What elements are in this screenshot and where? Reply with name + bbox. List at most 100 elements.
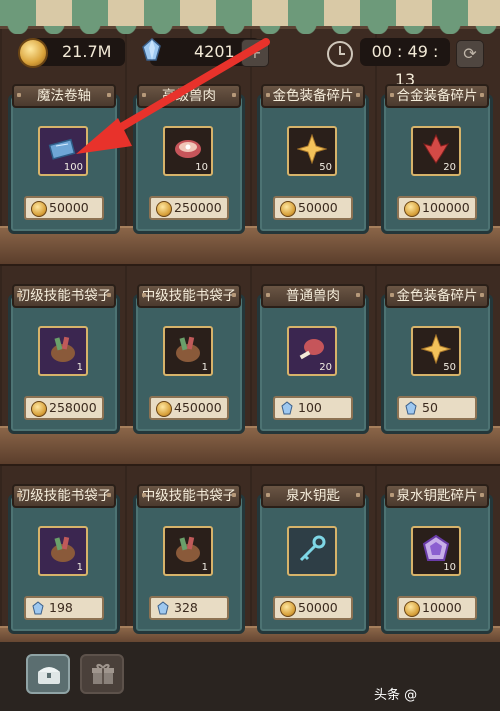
buy-price-button[interactable]: 100000 xyxy=(397,196,477,220)
item-quantity: 1 xyxy=(201,562,208,573)
add-gems-button[interactable]: + xyxy=(241,39,269,67)
shop-item-card[interactable]: 合金装备碎片 20 100000 xyxy=(381,84,493,234)
buy-price-button[interactable]: 450000 xyxy=(149,396,229,420)
meat-drumstick-icon xyxy=(297,334,327,364)
buy-price-button[interactable]: 258000 xyxy=(24,396,104,420)
item-name-label: 高级兽肉 xyxy=(137,84,241,108)
chest-icon xyxy=(38,667,60,684)
shop-item-card[interactable]: 中级技能书袋子 1 328 xyxy=(133,484,245,634)
item-slot[interactable] xyxy=(287,526,337,576)
item-quantity: 1 xyxy=(76,362,83,373)
buy-price-button[interactable]: 50000 xyxy=(273,196,353,220)
item-quantity: 10 xyxy=(195,162,208,173)
gold-coin-icon xyxy=(280,201,296,217)
item-slot[interactable]: 20 xyxy=(411,126,461,176)
item-slot[interactable]: 10 xyxy=(411,526,461,576)
price-value: 50000 xyxy=(298,600,338,615)
item-slot[interactable]: 100 xyxy=(38,126,88,176)
shop-item-card[interactable]: 金色装备碎片 50 50 xyxy=(381,284,493,434)
shop-item-card[interactable]: 普通兽肉 20 100 xyxy=(257,284,369,434)
price-value: 450000 xyxy=(174,400,222,415)
gold-shard-icon xyxy=(296,133,328,165)
meat-icon xyxy=(173,134,203,164)
shop-item-card[interactable]: 高级兽肉 10 250000 xyxy=(133,84,245,234)
item-slot[interactable]: 50 xyxy=(411,326,461,376)
gold-coin-icon xyxy=(404,601,420,617)
item-quantity: 1 xyxy=(76,562,83,573)
shop-awning xyxy=(0,0,500,34)
tab-gift[interactable] xyxy=(80,654,124,694)
item-name-label: 中级技能书袋子 xyxy=(137,284,241,308)
item-quantity: 10 xyxy=(443,562,456,573)
gold-coin-icon xyxy=(31,401,47,417)
refresh-icon[interactable]: ⟳ xyxy=(456,40,484,68)
item-slot[interactable]: 1 xyxy=(38,326,88,376)
buy-price-button[interactable]: 250000 xyxy=(149,196,229,220)
item-name-label: 金色装备碎片 xyxy=(385,284,489,308)
shop-item-card[interactable]: 中级技能书袋子 1 450000 xyxy=(133,284,245,434)
price-value: 100 xyxy=(298,400,322,415)
shop-item-card[interactable]: 泉水钥匙 50000 xyxy=(257,484,369,634)
item-name-label: 泉水钥匙 xyxy=(261,484,365,508)
gold-coin-icon xyxy=(280,601,296,617)
skillbook-bag-icon xyxy=(48,334,78,364)
price-value: 50000 xyxy=(298,200,338,215)
item-name-label: 魔法卷轴 xyxy=(12,84,116,108)
gold-coin-icon xyxy=(31,201,47,217)
price-value: 50000 xyxy=(49,200,89,215)
buy-price-button[interactable]: 50 xyxy=(397,396,477,420)
item-slot[interactable]: 50 xyxy=(287,126,337,176)
price-value: 328 xyxy=(174,600,198,615)
shop-item-card[interactable]: 泉水钥匙碎片 10 10000 xyxy=(381,484,493,634)
price-value: 258000 xyxy=(49,400,97,415)
gold-coin-icon xyxy=(18,38,48,68)
item-quantity: 20 xyxy=(319,362,332,373)
item-name-label: 初级技能书袋子 xyxy=(12,484,116,508)
crystal-gem-icon xyxy=(142,38,161,61)
skillbook-bag-icon xyxy=(173,334,203,364)
item-quantity: 20 xyxy=(443,162,456,173)
magic-scroll-icon xyxy=(48,134,78,164)
price-value: 198 xyxy=(49,600,73,615)
gold-coin-icon xyxy=(404,201,420,217)
item-slot[interactable]: 20 xyxy=(287,326,337,376)
clock-icon xyxy=(327,41,353,67)
buy-price-button[interactable]: 10000 xyxy=(397,596,477,620)
item-quantity: 50 xyxy=(319,162,332,173)
gem-amount: 4201 xyxy=(194,42,235,61)
item-slot[interactable]: 1 xyxy=(163,526,213,576)
item-name-label: 泉水钥匙碎片 xyxy=(385,484,489,508)
item-quantity: 100 xyxy=(63,162,83,173)
crystal-gem-icon xyxy=(404,401,418,415)
key-shard-icon xyxy=(421,534,451,564)
buy-price-button[interactable]: 50000 xyxy=(24,196,104,220)
buy-price-button[interactable]: 100 xyxy=(273,396,353,420)
shop-item-card[interactable]: 初级技能书袋子 1 258000 xyxy=(8,284,120,434)
gold-amount: 21.7M xyxy=(62,42,112,61)
watermark-text: 头条 @ xyxy=(374,688,418,703)
buy-price-button[interactable]: 198 xyxy=(24,596,104,620)
price-value: 50 xyxy=(422,400,438,415)
skillbook-bag-icon xyxy=(48,534,78,564)
refresh-timer: 00 : 49 : 13 xyxy=(360,38,450,89)
item-name-label: 中级技能书袋子 xyxy=(137,484,241,508)
shop-item-card[interactable]: 魔法卷轴 100 50000 xyxy=(8,84,120,234)
item-slot[interactable]: 10 xyxy=(163,126,213,176)
gold-shard-icon xyxy=(420,333,452,365)
tab-shop-chest[interactable] xyxy=(26,654,70,694)
gold-coin-icon xyxy=(156,401,172,417)
buy-price-button[interactable]: 50000 xyxy=(273,596,353,620)
price-value: 250000 xyxy=(174,200,222,215)
shop-item-card[interactable]: 金色装备碎片 50 50000 xyxy=(257,84,369,234)
item-name-label: 普通兽肉 xyxy=(261,284,365,308)
price-value: 10000 xyxy=(422,600,462,615)
shop-item-card[interactable]: 初级技能书袋子 1 198 xyxy=(8,484,120,634)
buy-price-button[interactable]: 328 xyxy=(149,596,229,620)
price-value: 100000 xyxy=(422,200,470,215)
item-slot[interactable]: 1 xyxy=(38,526,88,576)
spring-key-icon xyxy=(297,534,327,564)
crystal-gem-icon xyxy=(31,601,45,615)
top-currency-bar: 21.7M 4201 + 00 : 49 : 13 ⟳ xyxy=(0,30,500,89)
item-slot[interactable]: 1 xyxy=(163,326,213,376)
crystal-gem-icon xyxy=(156,601,170,615)
